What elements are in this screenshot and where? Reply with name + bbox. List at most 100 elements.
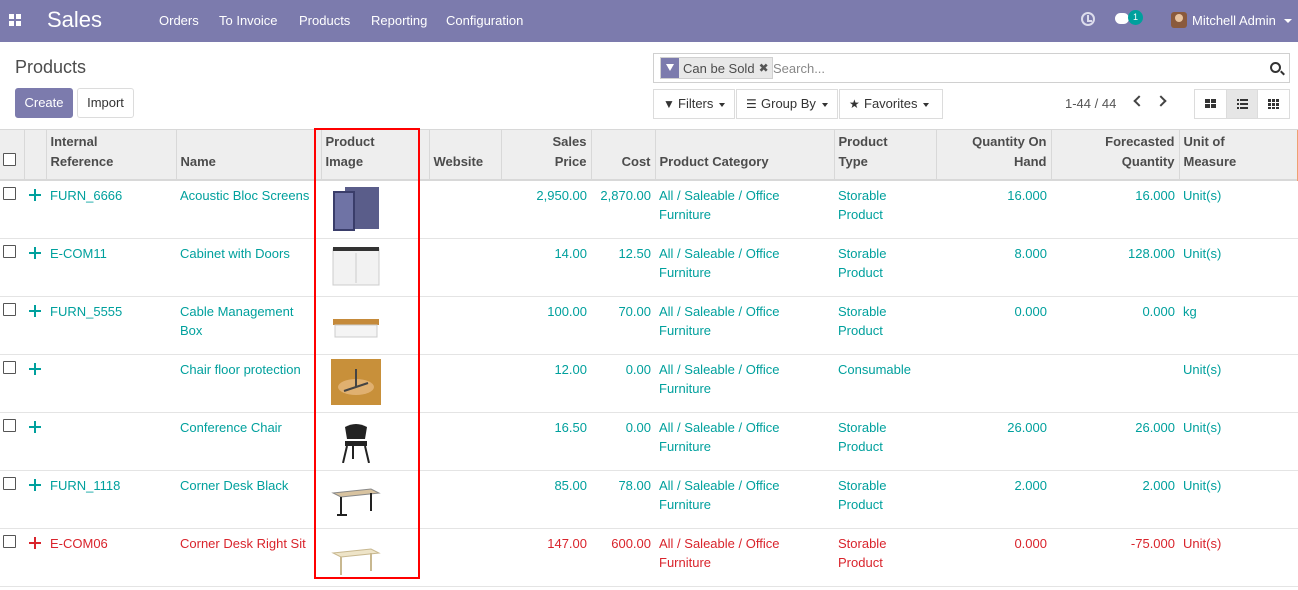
row-checkbox[interactable] bbox=[3, 534, 16, 548]
quantity-on-hand-cell: 0.000 bbox=[936, 296, 1051, 355]
product-type-cell: Storable Product bbox=[834, 470, 936, 529]
drag-handle-icon[interactable] bbox=[29, 536, 41, 549]
row-checkbox[interactable] bbox=[3, 360, 16, 374]
row-handle-cell bbox=[24, 470, 46, 529]
product-image-cell bbox=[321, 470, 429, 529]
remove-facet-icon[interactable]: ✖ bbox=[759, 61, 772, 75]
filters-dropdown[interactable]: ▼ Filters bbox=[653, 89, 735, 119]
user-avatar[interactable] bbox=[1171, 12, 1187, 28]
create-button[interactable]: Create bbox=[15, 88, 73, 118]
menu-configuration[interactable]: Configuration bbox=[446, 13, 523, 28]
table-row[interactable]: E-COM06 Corner Desk Right Sit 147.00 600.00… bbox=[0, 528, 1298, 587]
table-row[interactable]: FURN_5555 Cable Management Box 100.00 70.00… bbox=[0, 296, 1298, 355]
product-image bbox=[331, 547, 381, 575]
search-icon[interactable] bbox=[1270, 62, 1281, 73]
row-checkbox[interactable] bbox=[3, 418, 16, 432]
row-checkbox[interactable] bbox=[3, 244, 16, 258]
website-cell bbox=[429, 528, 501, 587]
column-header-unit-of-measure[interactable]: Unit of Measure bbox=[1179, 130, 1298, 181]
table-row[interactable]: Chair floor protection 12.00 0.00 All / Sal… bbox=[0, 354, 1298, 413]
header-label: Unit of bbox=[1183, 134, 1225, 149]
row-select-cell bbox=[0, 180, 24, 239]
list-view-button[interactable] bbox=[1226, 90, 1259, 118]
cost-cell: 0.00 bbox=[591, 412, 655, 471]
column-header-quantity-on-hand[interactable]: Quantity On Hand bbox=[936, 130, 1052, 181]
product-image-cell bbox=[321, 180, 429, 239]
app-name[interactable]: Sales bbox=[47, 7, 102, 33]
grid-view-button[interactable] bbox=[1258, 90, 1289, 118]
messaging-chat-icon[interactable] bbox=[1115, 13, 1129, 24]
table-row[interactable]: FURN_6666 Acoustic Bloc Screens 2,950.00 2,… bbox=[0, 180, 1298, 239]
apps-menu-icon[interactable] bbox=[9, 14, 22, 27]
pager-value[interactable]: 1-44 / 44 bbox=[1065, 96, 1116, 111]
table-row[interactable]: E-COM11 Cabinet with Doors 14.00 12.50 All /… bbox=[0, 238, 1298, 297]
row-checkbox[interactable] bbox=[3, 187, 16, 200]
unit-of-measure-cell: Unit(s) bbox=[1179, 354, 1298, 413]
drag-handle-icon[interactable] bbox=[29, 246, 41, 259]
column-header-product-type[interactable]: Product Type bbox=[834, 130, 937, 181]
group-by-dropdown[interactable]: ☰ Group By bbox=[736, 89, 838, 119]
product-name-cell: Corner Desk Right Sit bbox=[176, 528, 321, 587]
menu-orders[interactable]: Orders bbox=[159, 13, 199, 28]
import-button[interactable]: Import bbox=[77, 88, 134, 118]
table-header-row: Internal Reference Name Product Image Webs… bbox=[0, 130, 1298, 181]
product-category-cell: All / Saleable / Office Furniture bbox=[655, 296, 834, 355]
table-row[interactable]: FURN_1118 Corner Desk Black 85.00 78.00 All … bbox=[0, 470, 1298, 529]
row-checkbox[interactable] bbox=[3, 476, 16, 490]
product-category-cell: All / Saleable / Office Furniture bbox=[655, 528, 834, 587]
pager-previous-icon[interactable] bbox=[1133, 95, 1145, 107]
handle-header bbox=[24, 130, 47, 181]
product-name-cell: Acoustic Bloc Screens bbox=[176, 180, 321, 239]
search-input[interactable] bbox=[773, 58, 1253, 78]
group-by-label: Group By bbox=[761, 96, 816, 111]
product-image-cell bbox=[321, 296, 429, 355]
sales-price-cell: 2,950.00 bbox=[501, 180, 591, 239]
column-header-sales-price[interactable]: Sales Price bbox=[501, 130, 592, 181]
drag-handle-icon[interactable] bbox=[29, 478, 41, 491]
bars-icon: ☰ bbox=[746, 97, 757, 111]
drag-handle-icon[interactable] bbox=[29, 362, 41, 375]
product-type-cell: Storable Product bbox=[834, 238, 936, 297]
product-table: Internal Reference Name Product Image Webs… bbox=[0, 130, 1298, 587]
row-handle-cell bbox=[24, 528, 46, 587]
column-header-product-category[interactable]: Product Category bbox=[655, 130, 835, 181]
menu-reporting[interactable]: Reporting bbox=[371, 13, 427, 28]
column-header-product-image[interactable]: Product Image bbox=[321, 130, 430, 181]
pager-next-icon[interactable] bbox=[1155, 95, 1167, 107]
favorites-dropdown[interactable]: ★ Favorites bbox=[839, 89, 943, 119]
column-header-website[interactable]: Website bbox=[429, 130, 502, 181]
activity-clock-icon[interactable] bbox=[1081, 12, 1095, 26]
quantity-on-hand-cell: 8.000 bbox=[936, 238, 1051, 297]
facet-value: Can be Sold bbox=[683, 60, 755, 76]
product-image bbox=[333, 318, 379, 337]
drag-handle-icon[interactable] bbox=[29, 420, 41, 433]
internal-reference-cell: E-COM06 bbox=[46, 528, 176, 587]
row-handle-cell bbox=[24, 354, 46, 413]
product-type-cell: Consumable bbox=[834, 354, 936, 413]
row-checkbox[interactable] bbox=[3, 302, 16, 316]
menu-products[interactable]: Products bbox=[299, 13, 350, 28]
table-row[interactable]: Conference Chair 16.50 0.00 All / Saleable … bbox=[0, 412, 1298, 471]
column-header-internal-reference[interactable]: Internal Reference bbox=[46, 130, 177, 181]
unit-of-measure-cell: Unit(s) bbox=[1179, 412, 1298, 471]
select-all-checkbox[interactable] bbox=[3, 153, 16, 166]
column-header-name[interactable]: Name bbox=[176, 130, 322, 181]
caret-down-icon bbox=[923, 102, 930, 107]
sales-price-cell: 100.00 bbox=[501, 296, 591, 355]
user-menu[interactable]: Mitchell Admin bbox=[1192, 13, 1276, 28]
quantity-on-hand-cell: 2.000 bbox=[936, 470, 1051, 529]
forecasted-quantity-cell: 2.000 bbox=[1051, 470, 1179, 529]
column-header-cost[interactable]: Cost bbox=[591, 130, 656, 181]
column-header-forecasted-quantity[interactable]: Forecasted Quantity bbox=[1051, 130, 1180, 181]
drag-handle-icon[interactable] bbox=[29, 189, 41, 201]
row-select-cell bbox=[0, 470, 24, 529]
row-select-cell bbox=[0, 354, 24, 413]
user-chevron-down-icon[interactable] bbox=[1284, 19, 1292, 23]
internal-reference-cell bbox=[46, 412, 176, 471]
product-category-cell: All / Saleable / Office Furniture bbox=[655, 412, 834, 471]
kanban-view-button[interactable] bbox=[1195, 90, 1227, 118]
menu-to-invoice[interactable]: To Invoice bbox=[219, 13, 278, 28]
forecasted-quantity-cell: 16.000 bbox=[1051, 180, 1179, 239]
drag-handle-icon[interactable] bbox=[29, 304, 41, 317]
search-bar[interactable]: Can be Sold ✖ bbox=[653, 53, 1290, 83]
